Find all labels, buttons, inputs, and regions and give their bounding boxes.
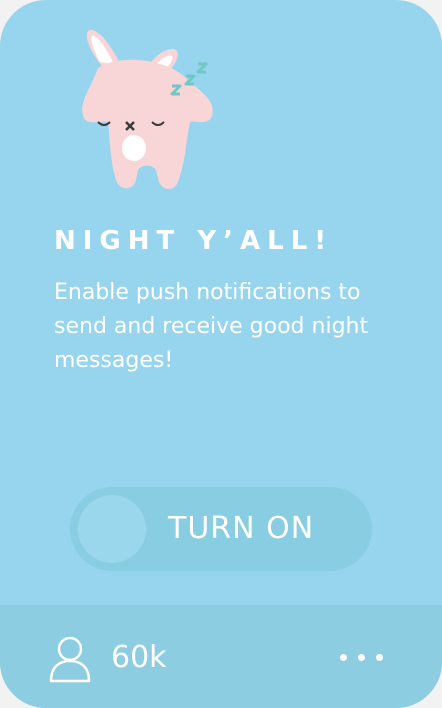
more-dots-icon[interactable] [332, 643, 390, 671]
user-icon [49, 636, 91, 683]
bunny-eye-left [97, 121, 111, 126]
sleeping-bunny-icon [82, 29, 213, 190]
card-message: Enable push notifications to send and re… [54, 280, 369, 373]
turn-on-toggle[interactable]: TURN ON [70, 487, 372, 571]
toggle-knob[interactable] [78, 495, 146, 563]
card-footer: 60k [0, 605, 442, 708]
follower-count: 60k [111, 640, 167, 675]
card-title: NIGHT Y’ALL! [54, 226, 334, 256]
toggle-label: TURN ON [168, 511, 315, 546]
notification-card: NIGHT Y’ALL! Enable push notifications t… [0, 0, 442, 708]
bunny-belly [122, 135, 146, 161]
